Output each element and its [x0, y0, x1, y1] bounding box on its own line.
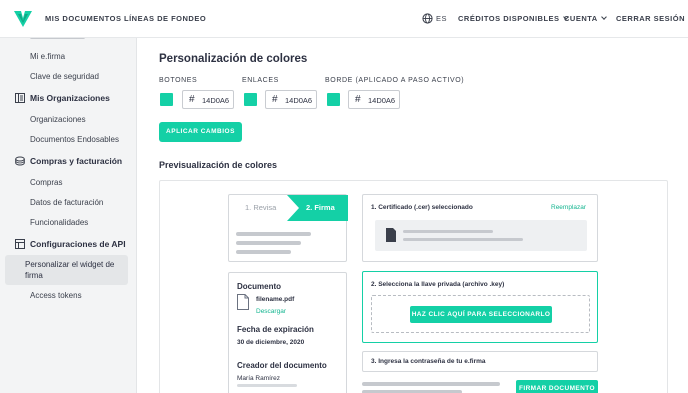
expiry-heading: Fecha de expiración: [237, 325, 314, 334]
sidebar-item-access-tokens[interactable]: Access tokens: [30, 291, 82, 300]
border-color-label: BORDE (APLICADO A PASO ACTIVO): [325, 77, 465, 84]
links-color-swatch[interactable]: [244, 93, 257, 106]
sidebar: Mi e.firma Clave de seguridad Mis Organi…: [0, 38, 137, 393]
coins-icon: [15, 156, 25, 166]
logo-icon[interactable]: [14, 10, 32, 28]
sidebar-item-organizaciones[interactable]: Organizaciones: [30, 115, 86, 124]
links-color-label: ENLACES: [242, 77, 279, 84]
buttons-color-swatch[interactable]: [160, 93, 173, 106]
cut-off-item: [30, 38, 85, 39]
border-hex-value: 14D0A6: [368, 96, 396, 105]
steps-card: 1. Revisa 2. Firma: [228, 194, 348, 262]
private-key-card: 2. Selecciona la llave privada (archivo …: [362, 271, 598, 343]
file-drop-zone[interactable]: HAZ CLIC AQUÍ PARA SELECCIONARLO: [371, 295, 590, 333]
sidebar-item-documentos-endosables[interactable]: Documentos Endosables: [30, 135, 119, 144]
hash-icon: #: [272, 94, 278, 105]
expiry-date: 30 de diciembre, 2020: [237, 339, 305, 346]
sidebar-item-funcionalidades[interactable]: Funcionalidades: [30, 218, 88, 227]
sidebar-item-mi-efirma[interactable]: Mi e.firma: [30, 52, 65, 61]
border-hex-input[interactable]: # 14D0A6: [348, 90, 400, 109]
sidebar-section-api: Configuraciones de API: [30, 239, 126, 249]
certificate-title: 1. Certificado (.cer) seleccionado: [371, 204, 473, 211]
creator-name: María Ramírez: [237, 375, 280, 382]
page-title: Personalización de colores: [159, 53, 308, 65]
file-icon: [386, 228, 396, 242]
preview-panel: 1. Revisa 2. Firma Documento filename.pd…: [159, 180, 668, 393]
sidebar-item-compras[interactable]: Compras: [30, 178, 62, 187]
cuenta-label: CUENTA: [564, 14, 598, 23]
links-hex-input[interactable]: # 14D0A6: [265, 90, 317, 109]
hash-icon: #: [189, 94, 195, 105]
nav-lineas-de-fondeo[interactable]: LÍNEAS DE FONDEO: [124, 14, 206, 23]
sign-document-button[interactable]: FIRMAR DOCUMENTO: [516, 380, 598, 393]
border-color-swatch[interactable]: [327, 93, 340, 106]
private-key-title: 2. Selecciona la llave privada (archivo …: [371, 281, 505, 288]
step-firma-label: 2. Firma: [306, 203, 335, 212]
password-card: 3. Ingresa la contraseña de tu e.firma: [362, 351, 598, 372]
main-content: Personalización de colores BOTONES # 14D…: [137, 38, 688, 393]
placeholder-line: [403, 238, 523, 241]
sidebar-item-clave-seguridad[interactable]: Clave de seguridad: [30, 72, 99, 81]
settings-grid-icon: [15, 239, 25, 249]
file-icon: [237, 294, 249, 310]
top-bar: MIS DOCUMENTOS LÍNEAS DE FONDEO ES CRÉDI…: [0, 0, 688, 38]
buttons-color-label: BOTONES: [159, 77, 198, 84]
sidebar-section-compras: Compras y facturación: [30, 156, 123, 166]
placeholder-line: [236, 241, 301, 245]
sidebar-section-organizaciones: Mis Organizaciones: [30, 93, 110, 103]
globe-icon[interactable]: [422, 13, 433, 24]
creditos-label: CRÉDITOS DISPONIBLES: [458, 14, 560, 23]
sidebar-item-datos-facturacion[interactable]: Datos de facturación: [30, 198, 103, 207]
cuenta-menu[interactable]: CUENTA: [564, 14, 607, 23]
filename: filename.pdf: [256, 296, 295, 303]
certificate-card: 1. Certificado (.cer) seleccionado Reemp…: [362, 194, 598, 262]
placeholder-line: [236, 232, 311, 236]
hash-icon: #: [355, 94, 361, 105]
document-heading: Documento: [237, 282, 281, 291]
steps-indicator: 1. Revisa 2. Firma: [229, 195, 348, 221]
buttons-hex-value: 14D0A6: [202, 96, 230, 105]
links-hex-value: 14D0A6: [285, 96, 313, 105]
preview-title: Previsualización de colores: [159, 160, 278, 170]
replace-link[interactable]: Reemplazar: [551, 204, 586, 211]
chevron-down-icon: [600, 14, 607, 20]
placeholder-line: [237, 384, 297, 387]
creditos-menu[interactable]: CRÉDITOS DISPONIBLES: [458, 14, 569, 23]
apply-changes-button[interactable]: APLICAR CAMBIOS: [159, 122, 242, 142]
select-file-button[interactable]: HAZ CLIC AQUÍ PARA SELECCIONARLO: [410, 306, 552, 323]
building-icon: [15, 93, 25, 103]
placeholder-line: [236, 250, 291, 254]
sidebar-item-personalizar-widget-label: Personalizar el widget de firma: [25, 260, 115, 280]
download-link[interactable]: Descargar: [256, 308, 286, 315]
password-title: 3. Ingresa la contraseña de tu e.firma: [371, 358, 486, 365]
placeholder-line: [403, 230, 493, 233]
nav-mis-documentos[interactable]: MIS DOCUMENTOS: [45, 14, 121, 23]
step-revisa[interactable]: 1. Revisa: [245, 203, 276, 212]
buttons-hex-input[interactable]: # 14D0A6: [182, 90, 234, 109]
certificate-file-box: [375, 220, 587, 251]
logout-link[interactable]: CERRAR SESIÓN: [616, 14, 685, 23]
language-selector[interactable]: ES: [436, 14, 447, 23]
document-info-card: Documento filename.pdf Descargar Fecha d…: [228, 272, 347, 393]
placeholder-line: [362, 382, 500, 386]
creator-heading: Creador del documento: [237, 361, 327, 370]
